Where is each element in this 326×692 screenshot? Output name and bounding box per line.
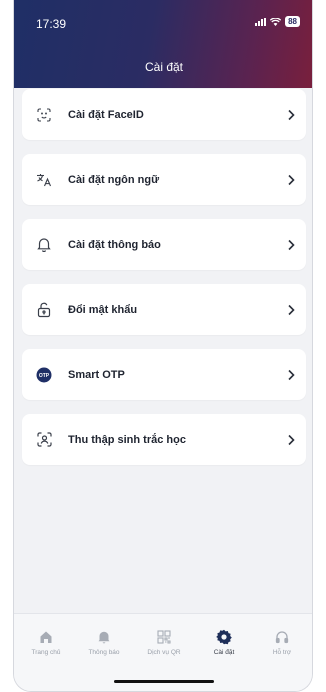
menu-item-smart-otp[interactable]: OTP Smart OTP: [22, 349, 306, 400]
translate-icon: [34, 170, 54, 190]
gear-icon: [196, 628, 252, 646]
status-icons: 88: [255, 16, 300, 27]
menu-item-label: Thu thập sinh trắc học: [68, 433, 186, 446]
home-icon: [18, 628, 74, 646]
tab-label: Hỗ trợ: [272, 649, 292, 656]
signal-icon: [255, 17, 267, 26]
chevron-right-icon: [288, 304, 295, 315]
tab-label: Cài đặt: [213, 649, 235, 656]
tab-label: Trang chủ: [31, 649, 61, 656]
phone-screen: 17:39 88 Cài đặt Cài đặt FaceID Cài đặt …: [13, 0, 313, 692]
chevron-right-icon: [288, 434, 295, 445]
lock-icon: [34, 300, 54, 320]
headset-icon: [254, 628, 310, 646]
qr-icon: [136, 628, 192, 646]
settings-menu: Cài đặt FaceID Cài đặt ngôn ngữ Cài đặt …: [22, 89, 306, 479]
menu-item-label: Đổi mật khẩu: [68, 303, 138, 316]
menu-item-change-password[interactable]: Đổi mật khẩu: [22, 284, 306, 335]
battery-indicator: 88: [285, 16, 300, 27]
menu-item-label: Cài đặt FaceID: [68, 108, 144, 121]
menu-item-biometrics[interactable]: Thu thập sinh trắc học: [22, 414, 306, 465]
otp-icon: OTP: [34, 365, 54, 385]
bottom-tab-bar: Trang chủ Thông báo Dịch vụ QR Cài đặt H…: [14, 613, 312, 691]
menu-item-label: Smart OTP: [68, 368, 125, 381]
chevron-right-icon: [288, 174, 295, 185]
chevron-right-icon: [288, 109, 295, 120]
faceid-icon: [34, 105, 54, 125]
page-title: Cài đặt: [144, 60, 184, 74]
menu-item-faceid[interactable]: Cài đặt FaceID: [22, 89, 306, 140]
tab-notifications[interactable]: Thông báo: [76, 628, 132, 656]
otp-badge-text: OTP: [39, 372, 50, 378]
home-indicator: [114, 680, 214, 683]
chevron-right-icon: [288, 369, 295, 380]
tab-support[interactable]: Hỗ trợ: [254, 628, 310, 656]
biometric-scan-icon: [34, 430, 54, 450]
chevron-right-icon: [288, 239, 295, 250]
status-time: 17:39: [36, 17, 67, 31]
menu-item-label: Cài đặt ngôn ngữ: [68, 173, 160, 186]
tab-home[interactable]: Trang chủ: [18, 628, 74, 656]
menu-item-language[interactable]: Cài đặt ngôn ngữ: [22, 154, 306, 205]
tab-label: Thông báo: [88, 649, 120, 656]
menu-item-notifications[interactable]: Cài đặt thông báo: [22, 219, 306, 270]
header: 17:39 88 Cài đặt: [14, 0, 312, 88]
menu-item-label: Cài đặt thông báo: [68, 238, 161, 251]
tab-qr-service[interactable]: Dịch vụ QR: [136, 628, 192, 656]
bell-icon: [34, 235, 54, 255]
bell-icon: [76, 628, 132, 646]
wifi-icon: [270, 17, 282, 26]
tab-label: Dịch vụ QR: [147, 649, 181, 656]
tab-settings[interactable]: Cài đặt: [196, 628, 252, 656]
